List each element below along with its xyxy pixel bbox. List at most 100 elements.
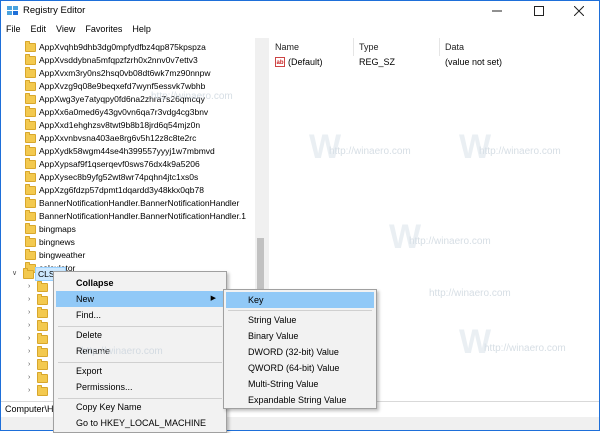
menu-edit[interactable]: Edit [26,21,52,37]
menu-separator [228,310,372,311]
folder-icon [37,307,48,318]
folder-icon [25,197,36,208]
expand-chevron-icon[interactable]: › [28,296,34,303]
column-separator[interactable] [353,38,354,56]
tree-item[interactable]: BannerNotificationHandler.BannerNotifica… [1,196,255,209]
expand-chevron-icon[interactable]: › [28,387,34,394]
tree-item[interactable]: AppXzg6fdzp57dpmt1dqardd3y48kkx0qb78 [1,183,255,196]
menu-view[interactable]: View [51,21,80,37]
tree-item[interactable]: bingmaps [1,222,255,235]
regedit-app-icon [7,6,18,15]
ctx-copy-key-name[interactable]: Copy Key Name [54,399,226,415]
expand-chevron-icon[interactable]: › [28,322,34,329]
ctx-permissions[interactable]: Permissions... [54,379,226,395]
column-header-data[interactable]: Data [445,40,464,54]
column-separator[interactable] [439,38,440,56]
submenu-arrow-icon: ▶ [210,295,216,302]
watermark-text: http://winaero.com [409,236,491,247]
menu-help[interactable]: Help [127,21,156,37]
submenu-dword-value[interactable]: DWORD (32-bit) Value [224,344,376,360]
window-title: Registry Editor [23,5,86,16]
tree-item[interactable]: BannerNotificationHandler.BannerNotifica… [1,209,255,222]
watermark-logo-icon: W [459,128,492,166]
folder-icon [25,223,36,234]
folder-icon [25,80,36,91]
ctx-export[interactable]: Export [54,363,226,379]
ctx-new[interactable]: New ▶ [56,291,224,307]
watermark-text: http://winaero.com [329,146,411,157]
expand-chevron-icon[interactable]: › [28,361,34,368]
value-row[interactable]: ab (Default) REG_SZ (value not set) [269,56,599,69]
folder-icon [25,54,36,65]
watermark-text: http://winaero.com [151,91,233,102]
folder-icon [25,93,36,104]
menu-bar: File Edit View Favorites Help [1,21,599,37]
string-value-icon: ab [275,57,285,67]
watermark-text: http://winaero.com [429,288,511,299]
ctx-delete[interactable]: Delete [54,327,226,343]
menu-favorites[interactable]: Favorites [80,21,127,37]
folder-icon [37,359,48,370]
tree-scroll-thumb[interactable] [257,238,264,293]
expand-chevron-icon[interactable]: › [28,309,34,316]
folder-icon [25,106,36,117]
minimize-icon [492,10,502,12]
submenu-expandable-string-value[interactable]: Expandable String Value [224,392,376,408]
expand-chevron-icon[interactable]: › [28,283,34,290]
ctx-find[interactable]: Find... [54,307,226,323]
maximize-button[interactable] [519,1,559,21]
tree-item[interactable]: AppXvsddybna5mfqpzfzrh0x2nnv0v7ettv3 [1,53,255,66]
tree-item[interactable]: AppXydk58wgm44se4h399557yyyj1w7mbmvd [1,144,255,157]
watermark-logo-icon: W [309,128,342,166]
value-data: (value not set) [445,57,503,67]
watermark-logo-icon: W [459,323,492,361]
expand-chevron-icon[interactable]: › [28,335,34,342]
folder-icon [37,320,48,331]
tree-item[interactable]: AppXysec8b9yfg52wt8wr74pqhn4jtc1xs0s [1,170,255,183]
submenu-binary-value[interactable]: Binary Value [224,328,376,344]
tree-item[interactable]: AppXxd1ehghzsv8twt9b8b18jrd6q54mjz0n [1,118,255,131]
submenu-qword-value[interactable]: QWORD (64-bit) Value [224,360,376,376]
registry-editor-window: Registry Editor File Edit View Favorites… [0,0,600,433]
ctx-collapse[interactable]: Collapse [54,275,226,291]
value-name: (Default) [288,57,323,67]
expand-chevron-icon[interactable]: › [28,348,34,355]
tree-item[interactable]: bingnews [1,235,255,248]
close-button[interactable] [559,1,599,21]
tree-item[interactable]: AppXypsaf9f1qserqevf0sws76dx4k9a5206 [1,157,255,170]
column-header-type[interactable]: Type [359,40,379,54]
watermark-logo-icon: W [389,218,422,256]
tree-item[interactable]: AppXx6a0med6y43gv0vn6qa7r3vdg4cg3bnv [1,105,255,118]
minimize-button[interactable] [477,1,517,21]
title-bar[interactable]: Registry Editor [1,1,599,21]
tree-item[interactable]: AppXxvnbvsna403ae8rg6v5h12z8c8te2rc [1,131,255,144]
submenu-string-value[interactable]: String Value [224,312,376,328]
folder-icon [37,346,48,357]
expand-chevron-icon[interactable]: › [28,374,34,381]
ctx-goto-hklm[interactable]: Go to HKEY_LOCAL_MACHINE [54,415,226,431]
maximize-icon [534,6,544,16]
close-icon [574,6,584,16]
submenu-multi-string-value[interactable]: Multi-String Value [224,376,376,392]
folder-icon [25,249,36,260]
watermark-text: http://winaero.com [479,146,561,157]
status-path: Computer\H [5,404,54,414]
submenu-key[interactable]: Key [226,292,374,308]
folder-icon [25,119,36,130]
menu-file[interactable]: File [1,21,26,37]
watermark-text: http://winaero.com [484,343,566,354]
folder-icon [37,333,48,344]
folder-icon [37,294,48,305]
tree-item[interactable]: AppXvxm3ry0ns2hsq0vb08dt6wk7mz90nnpw [1,66,255,79]
folder-icon [23,268,34,279]
tree-item[interactable]: bingweather [1,248,255,261]
collapse-chevron-icon[interactable]: ∨ [12,270,18,277]
folder-icon [25,210,36,221]
folder-icon [25,236,36,247]
folder-icon [25,132,36,143]
folder-icon [37,281,48,292]
value-type: REG_SZ [359,57,396,67]
column-header-name[interactable]: Name [275,40,299,54]
folder-icon [25,67,36,78]
tree-item[interactable]: AppXvqhb9dhb3dg0mpfydfbz4qp875kpspza [1,40,255,53]
